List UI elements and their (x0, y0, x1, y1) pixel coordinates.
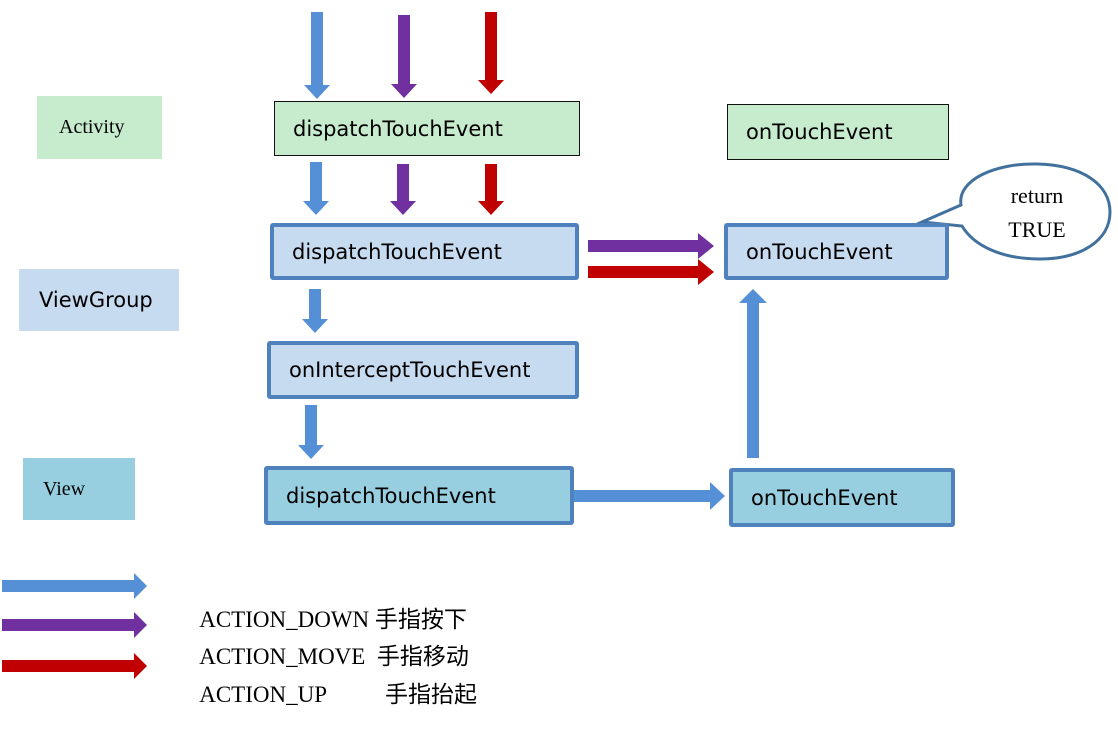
layer-label-activity-text: Activity (59, 116, 125, 138)
layer-label-activity: Activity (37, 96, 162, 159)
legend-arrow-action-move (2, 612, 147, 638)
arrow-intercept-to-view-dispatch (298, 405, 324, 459)
touch-event-dispatch-diagram: Activity ViewGroup View dispatchTouchEve… (0, 0, 1118, 707)
node-text: onInterceptTouchEvent (289, 358, 531, 382)
arrow-down-incoming-action-move (391, 15, 417, 98)
legend-event: ACTION_UP (199, 682, 328, 707)
layer-label-viewgroup-text: ViewGroup (39, 288, 153, 312)
arrow-viewgroup-dispatch-to-ontouch-action-up (588, 259, 714, 285)
callout-line-1: return (1010, 183, 1064, 208)
viewgroup-on-intercept-touch-event-node: onInterceptTouchEvent (267, 341, 579, 399)
node-text: onTouchEvent (746, 239, 893, 264)
arrow-viewgroup-dispatch-to-ontouch-action-move (588, 233, 714, 259)
activity-dispatch-touch-event-node: dispatchTouchEvent (274, 101, 580, 156)
arrow-activity-to-viewgroup-action-down (303, 162, 329, 215)
legend-arrow-action-down (2, 573, 147, 599)
arrow-view-dispatch-to-view-ontouch (574, 482, 725, 510)
arrow-activity-to-viewgroup-action-up (478, 164, 504, 215)
arrow-down-incoming-action-up (478, 12, 504, 94)
view-dispatch-touch-event-node: dispatchTouchEvent (264, 466, 574, 525)
arrow-dispatch-to-intercept (302, 289, 328, 333)
arrow-view-ontouch-to-viewgroup-ontouch (739, 289, 767, 458)
legend-desc: 手指抬起 (385, 682, 478, 707)
layer-label-viewgroup: ViewGroup (19, 269, 179, 331)
arrow-down-incoming-action-down (304, 12, 330, 99)
node-text: onTouchEvent (746, 120, 893, 144)
viewgroup-dispatch-touch-event-node: dispatchTouchEvent (270, 223, 579, 280)
legend-arrow-action-up (2, 653, 147, 679)
node-text: dispatchTouchEvent (293, 116, 503, 141)
callout-line-2: TRUE (1008, 217, 1066, 242)
activity-on-touch-event-node: onTouchEvent (727, 104, 949, 160)
layer-label-view-text: View (43, 477, 86, 500)
arrow-activity-to-viewgroup-action-move (390, 164, 416, 215)
legend-item-action-up: ACTION_UP 手指抬起 (166, 649, 477, 735)
viewgroup-on-touch-event-node: onTouchEvent (724, 223, 949, 280)
node-text: onTouchEvent (751, 485, 898, 510)
node-text: dispatchTouchEvent (286, 483, 496, 508)
view-on-touch-event-node: onTouchEvent (729, 468, 955, 527)
layer-label-view: View (23, 458, 135, 520)
node-text: dispatchTouchEvent (292, 239, 502, 264)
return-true-callout-text: return TRUE (982, 179, 1092, 247)
